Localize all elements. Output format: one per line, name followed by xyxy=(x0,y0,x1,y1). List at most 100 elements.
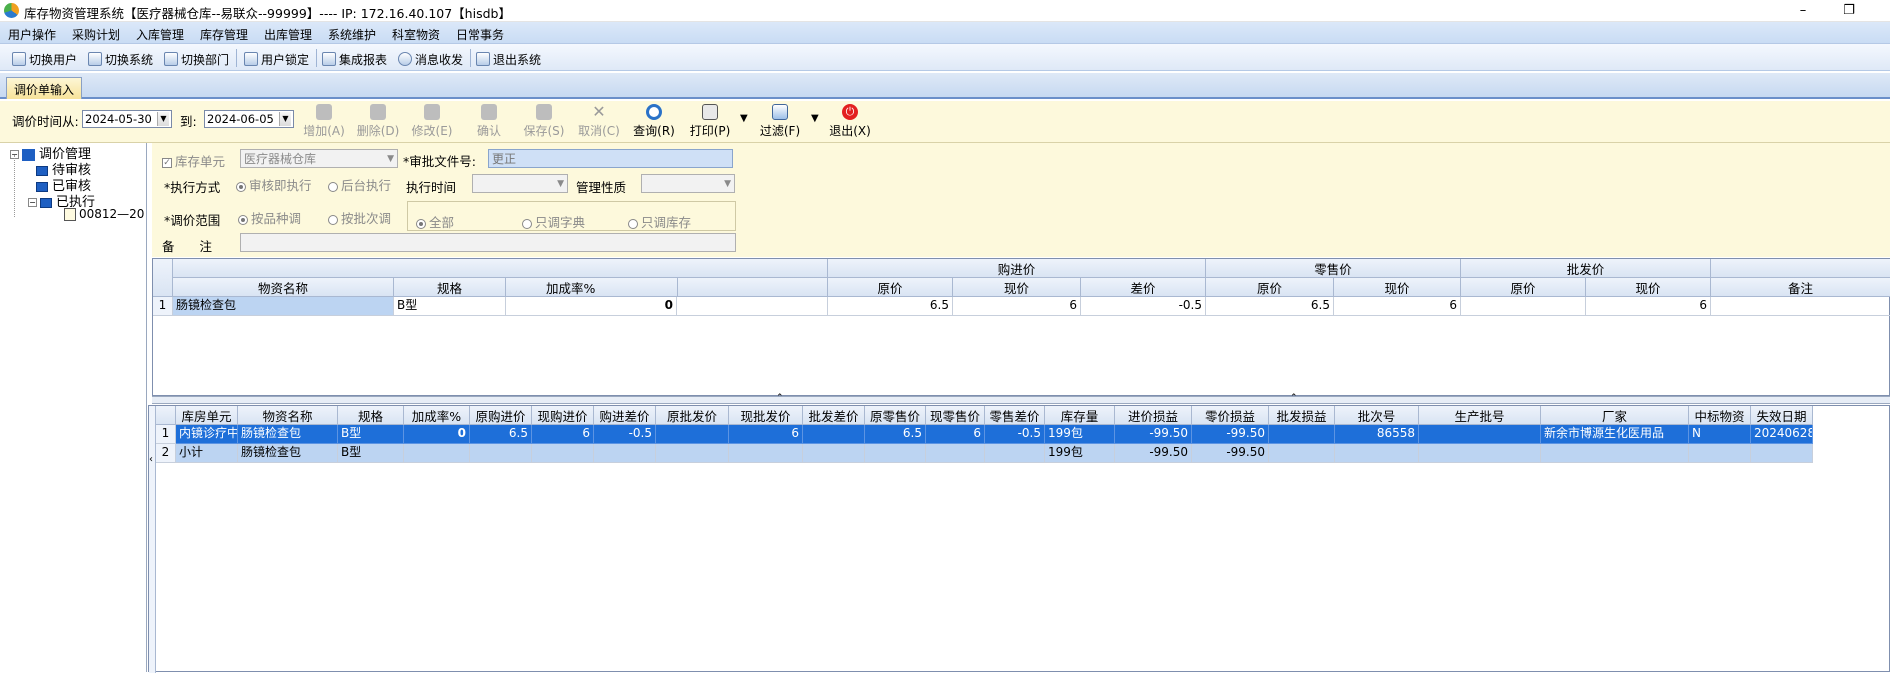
col2-qty[interactable]: 库存量 xyxy=(1045,406,1115,425)
col2-maker[interactable]: 厂家 xyxy=(1541,406,1689,425)
cell2-buy-new[interactable] xyxy=(532,444,594,463)
print-button[interactable]: 打印(P) xyxy=(686,104,734,142)
cell2-buy-old[interactable] xyxy=(470,444,532,463)
stock-unit-checkbox[interactable]: ✓ 库存单元 xyxy=(162,151,225,170)
remark-input[interactable] xyxy=(240,233,736,252)
col2-whl-old[interactable]: 原批发价 xyxy=(656,406,729,425)
cell2-ret-new[interactable]: 6 xyxy=(926,425,985,444)
cell2-ret-old[interactable]: 6.5 xyxy=(865,425,926,444)
cell2-maker[interactable] xyxy=(1541,444,1689,463)
cell2-buy-pl[interactable]: -99.50 xyxy=(1115,444,1192,463)
cell2-whl-old[interactable] xyxy=(656,444,729,463)
menu-daily[interactable]: 日常事务 xyxy=(456,26,504,43)
cell-wholesale-new[interactable]: 6 xyxy=(1586,297,1711,316)
scope-by-batch-radio[interactable]: 按批次调 xyxy=(328,208,391,227)
exec-mode-background-radio[interactable]: 后台执行 xyxy=(328,175,391,194)
add-button[interactable]: 增加(A) xyxy=(300,104,348,142)
scope-by-variety-radio[interactable]: 按品种调 xyxy=(238,208,301,227)
confirm-button[interactable]: 确认 xyxy=(465,104,513,142)
col-spec[interactable]: 规格 xyxy=(394,278,506,297)
cell-remark[interactable] xyxy=(1711,297,1890,316)
splitter[interactable] xyxy=(152,396,1890,404)
date-from-picker[interactable]: 2024-05-30 ▼ xyxy=(82,110,172,128)
col2-whl-diff[interactable]: 批发差价 xyxy=(803,406,865,425)
col2-bid[interactable]: 中标物资 xyxy=(1689,406,1751,425)
filter-dropdown-icon[interactable]: ▼ xyxy=(811,113,819,124)
cell2-whl-pl[interactable] xyxy=(1269,444,1335,463)
query-button[interactable]: 查询(R) xyxy=(630,104,678,142)
col2-ret-pl[interactable]: 零价损益 xyxy=(1192,406,1269,425)
save-button[interactable]: 保存(S) xyxy=(520,104,568,142)
col2-buy-old[interactable]: 原购进价 xyxy=(470,406,532,425)
col2-unit[interactable]: 库房单元 xyxy=(176,406,238,425)
cell2-markup[interactable]: 0 xyxy=(404,425,470,444)
cell2-buy-diff[interactable]: -0.5 xyxy=(594,425,656,444)
stock-unit-select[interactable]: 医疗器械仓库 ▼ xyxy=(240,149,398,168)
print-dropdown-icon[interactable]: ▼ xyxy=(740,113,748,124)
mgmt-nature-select[interactable]: ▼ xyxy=(641,174,735,193)
cell-buy-new[interactable]: 6 xyxy=(953,297,1081,316)
cell-name[interactable]: 肠镜检查包 xyxy=(173,297,394,316)
filter-button[interactable]: 过滤(F) xyxy=(756,104,804,142)
cell2-spec[interactable]: B型 xyxy=(338,425,404,444)
cell2-markup[interactable] xyxy=(404,444,470,463)
cell2-whl-pl[interactable] xyxy=(1269,425,1335,444)
chevron-down-icon[interactable]: ▼ xyxy=(279,112,291,126)
cell2-buy-pl[interactable]: -99.50 xyxy=(1115,425,1192,444)
cell2-ret-new[interactable] xyxy=(926,444,985,463)
cell-retail-new[interactable]: 6 xyxy=(1334,297,1461,316)
cell-buy-diff[interactable]: -0.5 xyxy=(1081,297,1206,316)
exit-button[interactable]: ⏻ 退出(X) xyxy=(826,104,874,142)
edit-button[interactable]: 修改(E) xyxy=(408,104,456,142)
exit-system-button[interactable]: 退出系统 xyxy=(476,51,541,67)
chevron-left-icon[interactable]: ‹ xyxy=(149,454,153,465)
col2-buy-pl[interactable]: 进价损益 xyxy=(1115,406,1192,425)
scope-dict-only-radio[interactable]: 只调字典 xyxy=(522,212,585,231)
date-to-picker[interactable]: 2024-06-05 ▼ xyxy=(204,110,294,128)
cell2-maker[interactable]: 新余市博源生化医用品 xyxy=(1541,425,1689,444)
cell2-buy-diff[interactable] xyxy=(594,444,656,463)
menu-inbound[interactable]: 入库管理 xyxy=(136,26,184,43)
exec-mode-immediate-radio[interactable]: 审核即执行 xyxy=(236,175,312,194)
cell2-whl-diff[interactable] xyxy=(803,444,865,463)
splitter-down-icon[interactable]: ⌃ xyxy=(1290,393,1298,403)
col2-ret-new[interactable]: 现零售价 xyxy=(926,406,985,425)
minimize-button[interactable]: – xyxy=(1780,0,1826,22)
lock-user-button[interactable]: 用户锁定 xyxy=(244,51,309,67)
switch-system-button[interactable]: 切换系统 xyxy=(88,51,153,67)
cell2-ret-old[interactable] xyxy=(865,444,926,463)
menu-system[interactable]: 系统维护 xyxy=(328,26,376,43)
tree-node-doc[interactable]: 00812—20 xyxy=(64,207,144,221)
cell2-expiry[interactable]: 20240628 xyxy=(1751,425,1813,444)
col-retail-new[interactable]: 现价 xyxy=(1334,278,1461,297)
col-wholesale-new[interactable]: 现价 xyxy=(1586,278,1711,297)
cell2-ret-diff[interactable]: -0.5 xyxy=(985,425,1045,444)
col-buy-diff[interactable]: 差价 xyxy=(1081,278,1206,297)
menu-stock[interactable]: 库存管理 xyxy=(200,26,248,43)
col-buy-new[interactable]: 现价 xyxy=(953,278,1081,297)
cell2-batch[interactable]: 86558 xyxy=(1335,425,1419,444)
menu-dept-supplies[interactable]: 科室物资 xyxy=(392,26,440,43)
cell-wholesale-old[interactable] xyxy=(1461,297,1586,316)
messages-button[interactable]: 消息收发 xyxy=(398,51,463,67)
chevron-down-icon[interactable]: ▼ xyxy=(157,112,169,126)
switch-user-button[interactable]: 切换用户 xyxy=(12,51,77,67)
cell-spec[interactable]: B型 xyxy=(394,297,506,316)
approval-input[interactable]: 更正 xyxy=(488,149,733,168)
cell2-ret-pl[interactable]: -99.50 xyxy=(1192,444,1269,463)
reports-button[interactable]: 集成报表 xyxy=(322,51,387,67)
cell2-whl-old[interactable] xyxy=(656,425,729,444)
cell2-bid[interactable] xyxy=(1689,444,1751,463)
cell2-name[interactable]: 肠镜检查包 xyxy=(238,444,338,463)
splitter-up-icon[interactable]: ⌃ xyxy=(776,393,784,403)
collapse-icon[interactable]: − xyxy=(28,198,37,207)
cell2-ret-diff[interactable] xyxy=(985,444,1045,463)
collapse-strip[interactable] xyxy=(149,406,156,673)
col2-whl-new[interactable]: 现批发价 xyxy=(729,406,803,425)
col2-whl-pl[interactable]: 批发损益 xyxy=(1269,406,1335,425)
col-remark[interactable]: 备注 xyxy=(1711,278,1890,297)
scope-all-radio[interactable]: 全部 xyxy=(416,212,454,231)
cell2-batch[interactable] xyxy=(1335,444,1419,463)
exec-time-select[interactable]: ▼ xyxy=(472,174,568,193)
cell2-bid[interactable]: N xyxy=(1689,425,1751,444)
